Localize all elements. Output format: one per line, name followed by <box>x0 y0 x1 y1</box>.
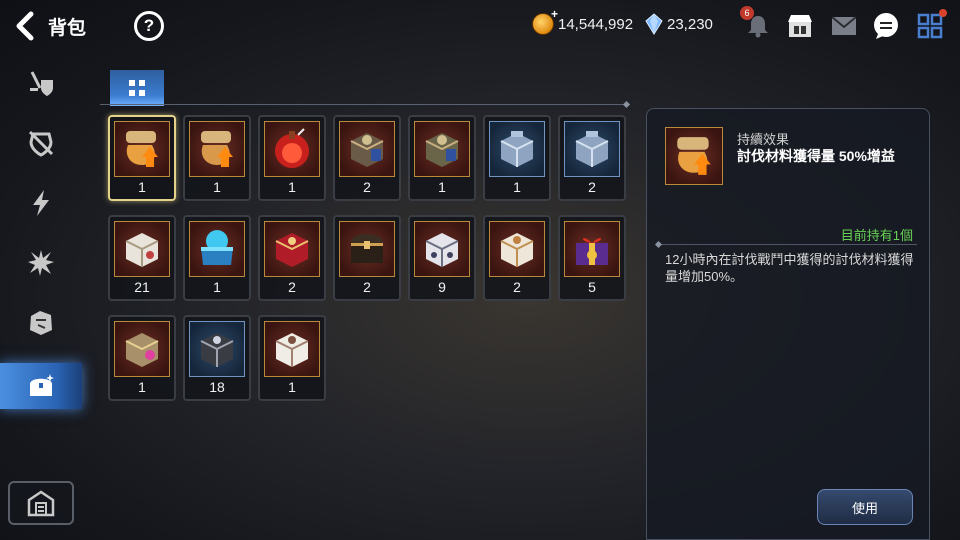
filter-tab-all[interactable] <box>110 70 164 106</box>
sword-shield-icon <box>30 71 53 96</box>
crystal-icon <box>645 13 663 35</box>
item-quantity: 1 <box>213 179 221 195</box>
page-title: 背包 <box>48 17 87 39</box>
notification-bell[interactable]: 6 <box>740 6 774 42</box>
item-quantity: 2 <box>588 179 596 195</box>
item-quantity: 1 <box>288 379 296 395</box>
inventory-slot[interactable]: 5 <box>558 215 626 301</box>
sidebar-item-weapons[interactable] <box>0 60 82 106</box>
armored-box-icon <box>414 121 470 177</box>
sidebar-item-chests[interactable] <box>0 363 82 409</box>
dark-chest-icon <box>339 221 395 277</box>
white-box-icon <box>114 221 170 277</box>
shop-button[interactable] <box>784 10 816 42</box>
lightning-icon <box>33 190 49 216</box>
broken-armor-icon <box>28 130 54 157</box>
treasure-chest-icon <box>30 374 54 396</box>
item-quantity: 2 <box>513 279 521 295</box>
white-box-icon <box>264 321 320 377</box>
warehouse-button[interactable] <box>8 481 74 525</box>
inventory-slot[interactable]: 1 <box>183 215 251 301</box>
gift-box-icon <box>564 221 620 277</box>
mail-button[interactable] <box>828 10 860 42</box>
sidebar-item-armor[interactable] <box>0 120 82 166</box>
inventory-slot[interactable]: 1 <box>483 115 551 201</box>
item-quantity: 9 <box>438 279 446 295</box>
item-quantity: 2 <box>363 279 371 295</box>
owned-count: 目前持有1個 <box>840 228 913 243</box>
inventory-slot[interactable]: 2 <box>333 115 401 201</box>
category-sidebar <box>0 52 82 540</box>
tab-divider <box>100 104 626 105</box>
item-quantity: 2 <box>363 179 371 195</box>
item-quantity: 2 <box>288 279 296 295</box>
item-quantity: 1 <box>288 179 296 195</box>
sidebar-item-materials[interactable] <box>0 300 82 346</box>
item-quantity: 1 <box>438 179 446 195</box>
item-quantity: 5 <box>588 279 596 295</box>
item-name: 討伐材料獲得量 50%增益 <box>737 148 895 164</box>
grid-icon <box>129 80 145 96</box>
inventory-slot[interactable]: 9 <box>408 215 476 301</box>
inventory-slot[interactable]: 1 <box>408 115 476 201</box>
red-chest-icon <box>264 221 320 277</box>
detail-divider <box>659 244 917 245</box>
item-detail-panel: 持續效果 討伐材料獲得量 50%增益 目前持有1個 12小時內在討伐戰鬥中獲得的… <box>646 108 930 540</box>
steel-chest-icon <box>489 121 545 177</box>
mail-icon <box>831 16 857 35</box>
white-box-icon <box>489 221 545 277</box>
purple-box-icon <box>114 321 170 377</box>
rune-stone-icon <box>30 311 52 335</box>
chat-button[interactable] <box>870 10 902 42</box>
item-quantity: 1 <box>138 179 146 195</box>
black-box-icon <box>189 321 245 377</box>
warehouse-icon <box>27 490 55 517</box>
use-button[interactable]: 使用 <box>817 489 913 525</box>
sidebar-item-skills[interactable] <box>0 180 82 226</box>
item-quantity: 1 <box>513 179 521 195</box>
sidebar-item-effects[interactable] <box>0 240 82 286</box>
item-quantity: 1 <box>138 379 146 395</box>
scroll-bag-icon <box>665 127 723 185</box>
item-description: 12小時內在討伐戰鬥中獲得的討伐材料獲得量增加50%。 <box>665 252 914 284</box>
inventory-slot[interactable]: 1 <box>183 115 251 201</box>
coin-icon: + <box>532 7 558 35</box>
bell-count-badge: 6 <box>740 6 754 20</box>
inventory-slot[interactable]: 18 <box>183 315 251 401</box>
scroll-bag-icon <box>189 121 245 177</box>
item-quantity: 1 <box>213 279 221 295</box>
gold-amount: 14,544,992 <box>558 15 634 33</box>
inventory-slot[interactable]: 1 <box>108 115 176 201</box>
scroll-bag-icon <box>114 121 170 177</box>
item-quantity: 18 <box>209 379 225 395</box>
top-bar: 背包 ? + 14,544,992 23,230 6 <box>0 0 960 52</box>
inventory-slot[interactable]: 2 <box>483 215 551 301</box>
back-button[interactable]: 背包 <box>12 10 102 42</box>
inventory-slot[interactable]: 1 <box>108 315 176 401</box>
item-category: 持續效果 <box>737 132 790 147</box>
gold-currency[interactable]: + 14,544,992 <box>532 7 634 35</box>
inventory-slot[interactable]: 1 <box>258 115 326 201</box>
gem-currency[interactable]: 23,230 <box>645 13 713 35</box>
menu-alert-dot <box>939 9 947 17</box>
white-box-icon <box>414 221 470 277</box>
inventory-slot[interactable]: 2 <box>258 215 326 301</box>
shop-icon <box>788 15 812 37</box>
help-button[interactable]: ? <box>134 11 164 41</box>
chevron-left-icon <box>16 11 34 41</box>
inventory-slot[interactable]: 21 <box>108 215 176 301</box>
inventory-slot[interactable]: 2 <box>558 115 626 201</box>
armored-box-icon <box>339 121 395 177</box>
gem-amount: 23,230 <box>667 15 713 33</box>
menu-grid-icon <box>917 13 943 39</box>
inventory-slot[interactable]: 2 <box>333 215 401 301</box>
red-potion-icon <box>264 121 320 177</box>
item-quantity: 21 <box>134 279 150 295</box>
chat-icon <box>874 13 898 39</box>
steel-chest-icon <box>564 121 620 177</box>
menu-button[interactable] <box>914 9 947 42</box>
blue-chest-icon <box>189 221 245 277</box>
inventory-slot[interactable]: 1 <box>258 315 326 401</box>
splash-icon <box>28 250 54 276</box>
